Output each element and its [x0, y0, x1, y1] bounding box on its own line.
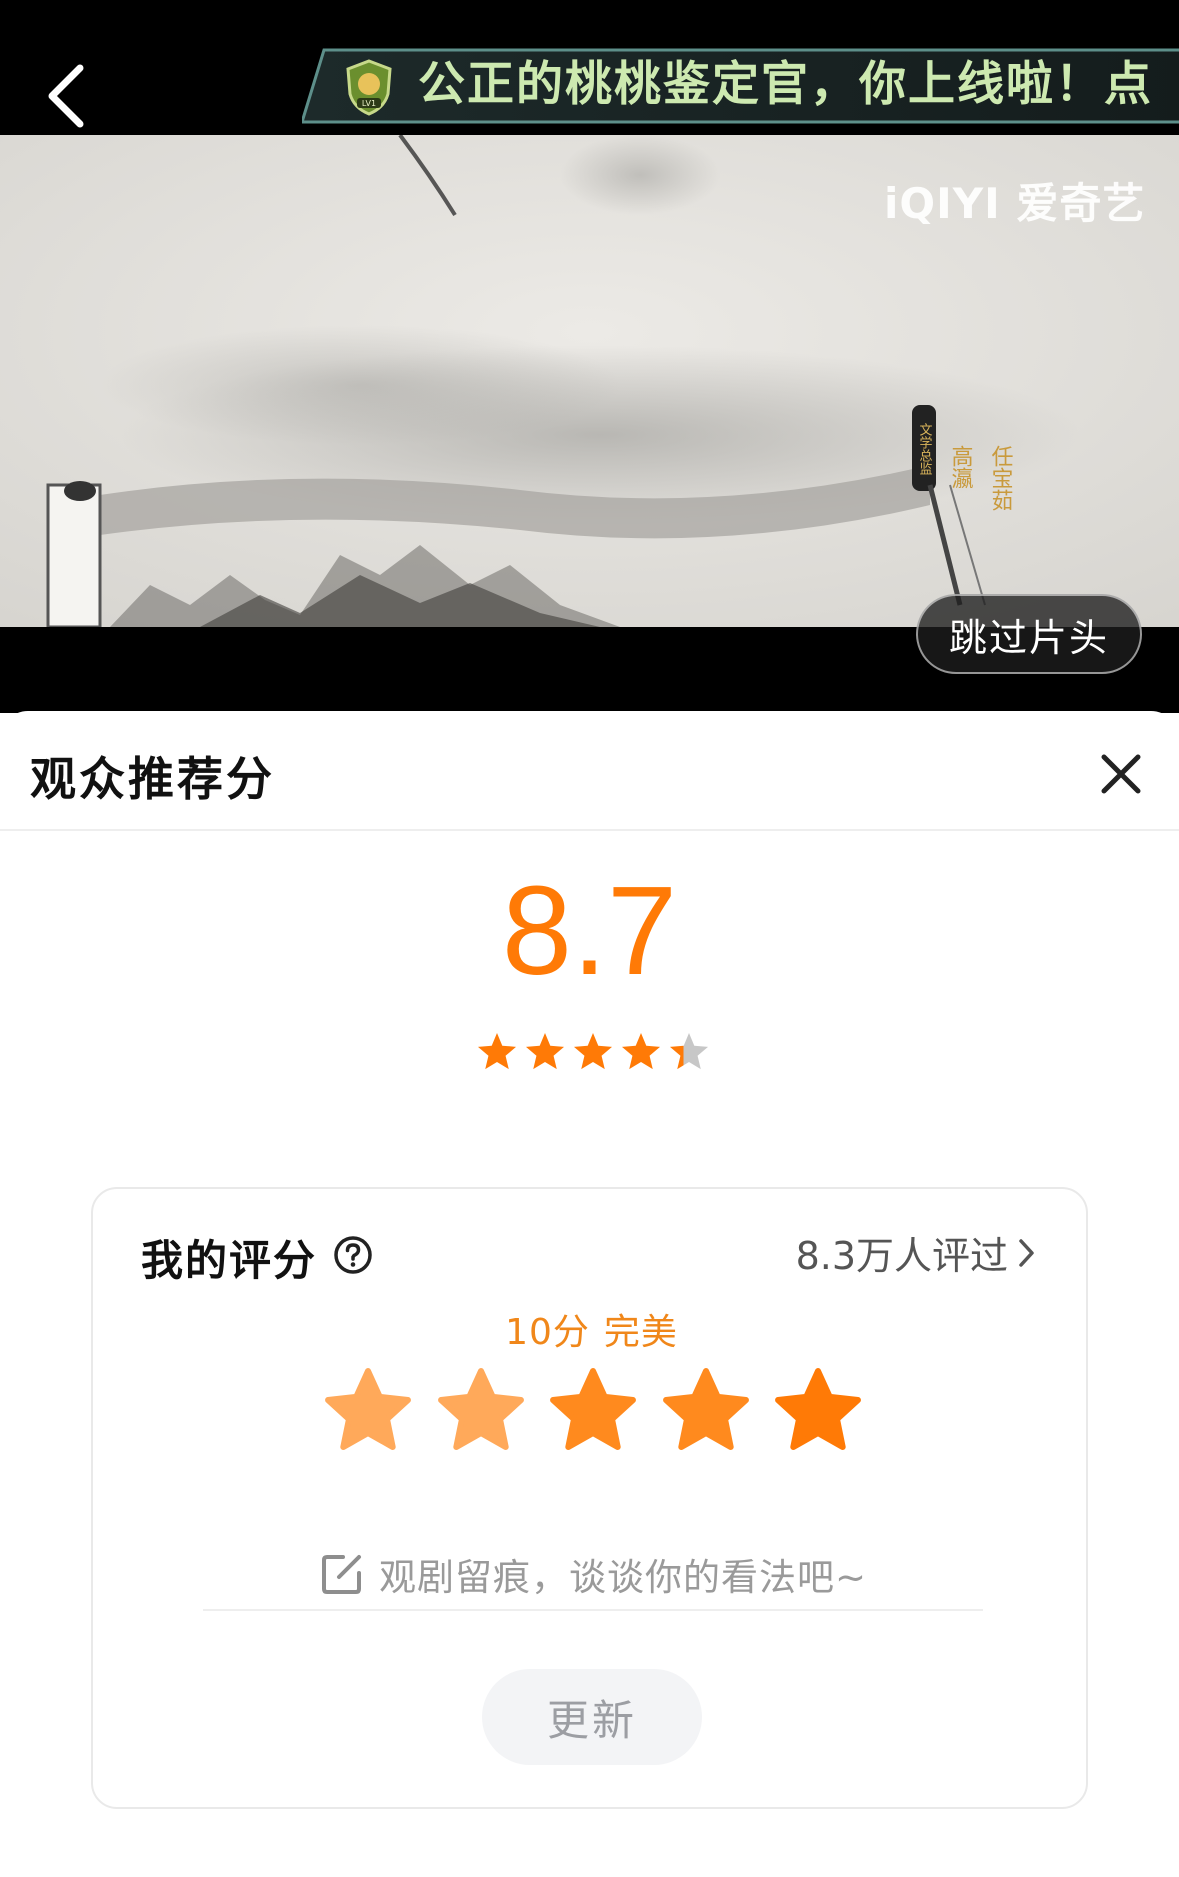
iqiyi-watermark: iQIYI 爱奇艺 — [884, 179, 1146, 228]
selected-desc: 完美 — [603, 1312, 678, 1353]
score-star — [525, 1033, 565, 1070]
question-circle-icon[interactable] — [333, 1235, 373, 1275]
score-star — [669, 1033, 709, 1070]
rating-star-5[interactable] — [773, 1365, 863, 1455]
svg-text:LV1: LV1 — [362, 99, 376, 108]
my-rating-title: 我的评分 — [141, 1236, 318, 1285]
svg-text:高瀛: 高瀛 — [948, 445, 974, 489]
achievement-banner[interactable]: LV1 公正的桃桃鉴定官，你上线啦！点 — [302, 48, 1179, 124]
shield-badge-icon: LV1 — [346, 59, 392, 116]
raters-link[interactable]: 8.3万人评过 — [796, 1225, 1036, 1280]
sheet-title: 观众推荐分 — [30, 752, 275, 806]
update-button[interactable]: 更新 — [482, 1669, 702, 1765]
raters-count: 8.3万人评过 — [795, 1234, 1008, 1278]
svg-text:任宝茹: 任宝茹 — [988, 445, 1014, 511]
score-star — [477, 1033, 517, 1070]
edit-icon — [321, 1555, 361, 1594]
close-icon[interactable] — [1096, 749, 1146, 799]
audience-score: 8.7 — [501, 860, 678, 1001]
rating-star-2[interactable] — [436, 1365, 526, 1455]
rating-star-3[interactable] — [548, 1365, 638, 1455]
skip-intro-button[interactable]: 跳过片头 — [916, 594, 1142, 674]
rating-sheet: 观众推荐分 8.7 我的评分 8.3万人评过 10分 完美 观剧留痕，谈谈你的看… — [0, 711, 1179, 1877]
selected-score: 10分 — [505, 1312, 590, 1353]
banner-text: 公正的桃桃鉴定官，你上线啦！点 — [418, 57, 1153, 112]
my-rating-card: 我的评分 8.3万人评过 10分 完美 观剧留痕，谈谈你的看法吧~ 更新 — [91, 1187, 1088, 1809]
video-player[interactable]: LV1 公正的桃桃鉴定官，你上线啦！点 文学总监 高瀛 任宝茹 iQIYI 爱奇… — [0, 0, 1179, 713]
rating-star-row — [323, 1365, 863, 1455]
svg-text:文学总监: 文学总监 — [917, 423, 933, 475]
rating-star-4[interactable] — [661, 1365, 751, 1455]
comment-input[interactable]: 观剧留痕，谈谈你的看法吧~ — [203, 1539, 983, 1611]
selected-rating-label: 10分 完美 — [93, 1303, 1090, 1355]
comment-placeholder: 观剧留痕，谈谈你的看法吧~ — [378, 1556, 867, 1599]
back-icon[interactable] — [40, 58, 96, 134]
score-star — [621, 1033, 661, 1070]
score-star — [573, 1033, 613, 1070]
score-stars — [477, 1033, 709, 1070]
rating-star-1[interactable] — [323, 1365, 413, 1455]
sheet-header: 观众推荐分 — [0, 711, 1179, 831]
chevron-right-icon — [1019, 1238, 1034, 1267]
